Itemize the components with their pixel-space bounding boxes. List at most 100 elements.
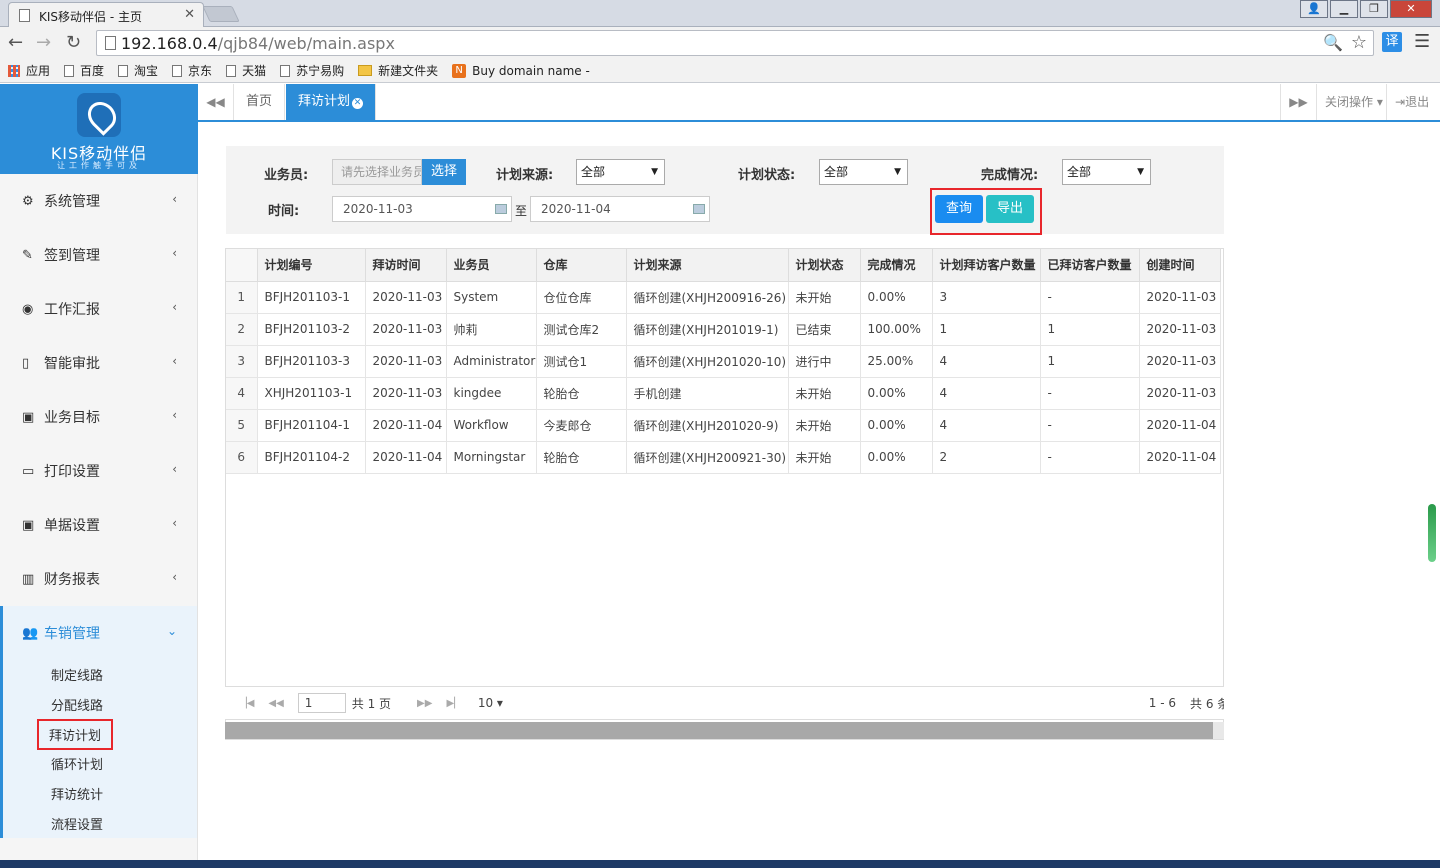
next-page-icon[interactable]: ▶▶ <box>417 698 432 709</box>
namecheap-icon: N <box>452 63 467 78</box>
menu-item-system[interactable]: ⚙ 系统管理 ‹ <box>0 174 197 228</box>
star-icon[interactable]: ☆ <box>1351 32 1367 53</box>
query-button[interactable]: 查询 <box>935 195 983 223</box>
salesman-input[interactable]: 请先选择业务员 <box>332 159 422 185</box>
minimize-icon[interactable]: ▁ <box>1330 0 1358 18</box>
bar-chart-icon: ▥ <box>22 571 35 587</box>
table-row[interactable]: 5 BFJH201104-1 2020-11-04 Workflow 今麦郎仓 循环创建(… <box>226 409 1221 442</box>
chevron-left-icon: ‹ <box>172 354 177 368</box>
calendar-icon[interactable] <box>495 204 507 214</box>
maximize-icon[interactable]: ❐ <box>1360 0 1388 18</box>
calendar-icon[interactable] <box>693 204 705 214</box>
bookmark-suning[interactable]: 苏宁易购 <box>280 62 344 79</box>
page-size-select[interactable]: 10 ▾ <box>478 696 503 710</box>
column-header[interactable]: 计划编号 <box>257 249 366 282</box>
tabs-next-icon[interactable]: ▶▶ <box>1280 84 1316 120</box>
scrollbar-thumb[interactable] <box>225 722 1213 739</box>
user-icon[interactable]: 👤 <box>1300 0 1328 18</box>
sub-item-visit-plan[interactable]: 拜访计划 <box>3 718 197 750</box>
menu-item-vehicle-sales[interactable]: 👥 车销管理 ⌄ <box>3 606 197 660</box>
column-header[interactable]: 创建时间 <box>1139 249 1221 282</box>
table-row[interactable]: 6 BFJH201104-2 2020-11-04 Morningstar 轮胎仓 循环创… <box>226 441 1221 474</box>
logout-button[interactable]: ⇥退出 <box>1386 84 1440 120</box>
bookmark-apps[interactable]: 应用 <box>8 62 50 79</box>
bookmark-baidu[interactable]: 百度 <box>64 62 104 79</box>
close-icon[interactable]: ✕ <box>184 7 195 22</box>
completion-select[interactable]: 全部 ▼ <box>1062 159 1151 185</box>
bookmark-jd[interactable]: 京东 <box>172 62 212 79</box>
zoom-icon[interactable]: 🔍 <box>1323 33 1343 52</box>
first-page-icon[interactable]: ▕◀ <box>239 698 254 709</box>
choose-salesman-button[interactable]: 选择 <box>422 159 466 185</box>
filter-panel: 业务员: 请先选择业务员 选择 计划来源: 全部 ▼ 计划状态: 全部 ▼ 完成情况… <box>226 146 1224 235</box>
address-bar[interactable]: 192.168.0.4/qjb84/web/main.aspx 🔍 ☆ <box>96 30 1374 56</box>
menu-item-finance[interactable]: ▥ 财务报表 ‹ <box>0 552 197 606</box>
tab-close-icon[interactable]: ✕ <box>352 98 364 109</box>
tabs-prev-icon[interactable]: ◀◀ <box>198 84 234 120</box>
column-header[interactable]: 计划状态 <box>788 249 861 282</box>
status-select[interactable]: 全部 ▼ <box>819 159 908 185</box>
bookmark-buy-domain[interactable]: N Buy domain name - <box>452 63 590 78</box>
sub-item-visit-stats[interactable]: 拜访统计 <box>3 779 197 809</box>
page-number-input[interactable]: 1 <box>297 693 346 713</box>
page-icon <box>172 64 183 77</box>
time-label: 时间: <box>268 204 300 219</box>
os-taskbar <box>0 860 1440 868</box>
sub-item-cycle-plan[interactable]: 循环计划 <box>3 749 197 779</box>
menu-item-signin[interactable]: ✎ 签到管理 ‹ <box>0 228 197 282</box>
date-to-input[interactable]: 2020-11-04 <box>530 196 710 222</box>
tab-visit-plan[interactable]: 拜访计划 ✕ <box>286 84 377 120</box>
sub-item-route-assign[interactable]: 分配线路 <box>3 690 197 720</box>
column-header[interactable]: 计划拜访客户数量 <box>932 249 1041 282</box>
column-header[interactable]: 拜访时间 <box>365 249 447 282</box>
menu-item-documents[interactable]: ▣ 单据设置 ‹ <box>0 498 197 552</box>
completion-label: 完成情况: <box>981 168 1039 183</box>
menu-item-print[interactable]: ▭ 打印设置 ‹ <box>0 444 197 498</box>
brand-logo[interactable]: KIS移动伴侣 让工作触手可及 <box>0 84 198 174</box>
horizontal-scrollbar[interactable] <box>225 722 1224 739</box>
table-row[interactable]: 1 BFJH201103-1 2020-11-03 System 仓位仓库 循环创建(XH… <box>226 281 1221 314</box>
source-select[interactable]: 全部 ▼ <box>576 159 665 185</box>
translate-extension-icon[interactable]: 译 <box>1382 32 1402 52</box>
window-close-icon[interactable]: ✕ <box>1390 0 1432 18</box>
bookmark-tmall[interactable]: 天猫 <box>226 62 266 79</box>
menu-item-targets[interactable]: ▣ 业务目标 ‹ <box>0 390 197 444</box>
browser-tab[interactable]: KIS移动伴侣 - 主页 ✕ <box>8 2 204 27</box>
new-tab-button[interactable] <box>202 6 240 22</box>
reload-icon[interactable]: ↻ <box>66 32 81 53</box>
column-header[interactable]: 计划来源 <box>626 249 789 282</box>
column-header[interactable]: 已拜访客户数量 <box>1040 249 1140 282</box>
users-icon: 👥 <box>22 625 39 641</box>
page-scroll-indicator[interactable] <box>1428 504 1436 562</box>
folder-icon <box>358 65 373 76</box>
total-pages-text: 共 1 页 <box>351 696 392 711</box>
brand-slogan: 让工作触手可及 <box>57 161 141 170</box>
chevron-left-icon: ‹ <box>172 462 177 476</box>
column-header[interactable]: 仓库 <box>536 249 627 282</box>
prev-page-icon[interactable]: ◀◀ <box>268 698 283 709</box>
tab-home[interactable]: 首页 <box>234 84 286 120</box>
export-button[interactable]: 导出 <box>986 195 1034 223</box>
table-row[interactable]: 2 BFJH201103-2 2020-11-03 帅莉 测试仓库2 循环创建(XHJH2… <box>226 313 1221 346</box>
source-label: 计划来源: <box>496 168 554 183</box>
column-header[interactable]: 完成情况 <box>860 249 933 282</box>
menu-item-report[interactable]: ◉ 工作汇报 ‹ <box>0 282 197 336</box>
bookmark-taobao[interactable]: 淘宝 <box>118 62 158 79</box>
close-ops-dropdown[interactable]: 关闭操作 ▾ <box>1316 84 1391 120</box>
sub-item-route-plan[interactable]: 制定线路 <box>3 660 197 690</box>
column-header[interactable]: 业务员 <box>446 249 537 282</box>
date-from-input[interactable]: 2020-11-03 <box>332 196 512 222</box>
menu-group-vehicle-sales: 👥 车销管理 ⌄ 制定线路 分配线路 拜访计划 循环计划 拜访统计 流程设置 <box>0 606 197 839</box>
back-icon[interactable]: ← <box>8 32 23 53</box>
menu-item-approval[interactable]: ▯ 智能审批 ‹ <box>0 336 197 390</box>
bookmark-new-folder[interactable]: 新建文件夹 <box>358 62 438 79</box>
chevron-down-icon: ⌄ <box>166 624 177 638</box>
table-row[interactable]: 3 BFJH201103-3 2020-11-03 Administrator 测试仓1… <box>226 345 1221 378</box>
date-separator: 至 <box>515 204 528 218</box>
menu-icon[interactable]: ☰ <box>1414 31 1430 52</box>
forward-icon[interactable]: → <box>36 32 51 53</box>
table-row[interactable]: 4 XHJH201103-1 2020-11-03 kingdee 轮胎仓 手机创建 未开始… <box>226 377 1221 410</box>
last-page-icon[interactable]: ▶▏ <box>446 698 461 709</box>
sub-item-flow-settings[interactable]: 流程设置 <box>3 808 197 838</box>
page-icon <box>226 64 237 77</box>
